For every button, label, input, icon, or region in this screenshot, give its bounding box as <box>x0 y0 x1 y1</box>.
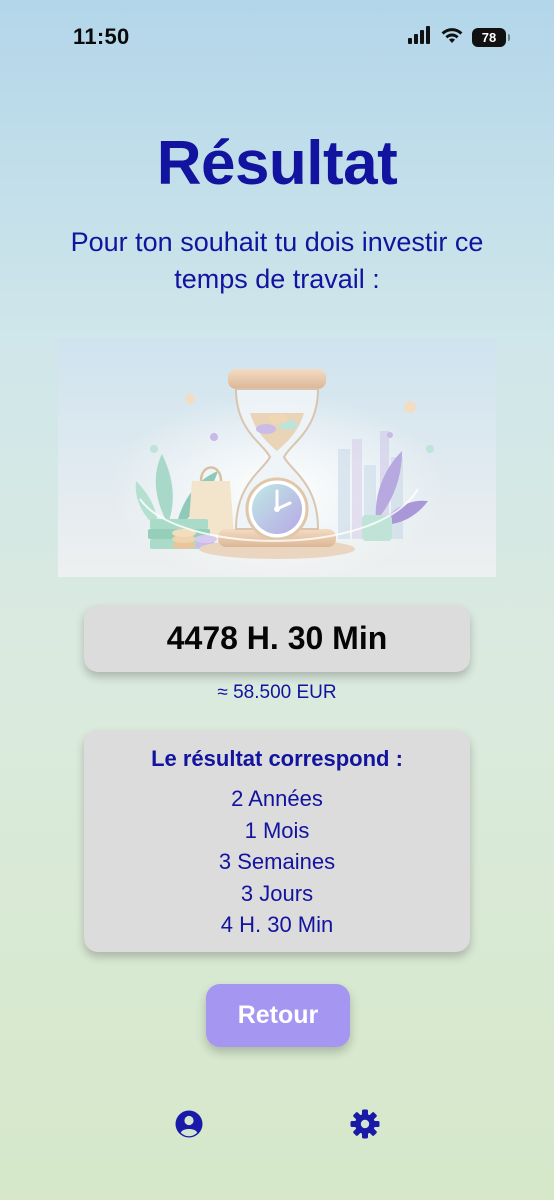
page-subtitle: Pour ton souhait tu dois investir ce tem… <box>70 227 484 294</box>
result-amount: ≈ 58.500 EUR <box>217 682 337 703</box>
breakdown-list: 2 Années 1 Mois 3 Semaines 3 Jours 4 H. … <box>84 783 470 941</box>
breakdown-item-years: 2 Années <box>231 786 323 811</box>
profile-icon <box>174 1109 204 1144</box>
settings-icon <box>349 1108 381 1145</box>
battery-icon: 78 <box>472 27 510 47</box>
status-bar: 11:50 78 <box>0 0 554 74</box>
breakdown-card: Le résultat correspond : 2 Années 1 Mois… <box>84 730 470 952</box>
hourglass-clock-illustration <box>58 339 496 577</box>
nav-settings[interactable] <box>348 1109 382 1143</box>
status-time: 11:50 <box>73 24 130 49</box>
nav-profile[interactable] <box>172 1109 206 1143</box>
page-title: Résultat <box>156 129 398 198</box>
breakdown-item-days: 3 Jours <box>240 880 314 906</box>
wifi-icon <box>440 26 464 49</box>
breakdown-item-weeks: 3 Semaines <box>218 849 336 874</box>
breakdown-item-hours: 4 H. 30 Min <box>220 912 334 937</box>
back-button[interactable]: Retour <box>206 984 350 1047</box>
breakdown-heading: Le résultat correspond : <box>151 746 403 771</box>
status-icons: 78 <box>408 25 510 49</box>
breakdown-item-months: 1 Mois <box>244 817 310 843</box>
result-time-card: 4478 H. 30 Min <box>84 605 470 672</box>
signal-icon <box>408 25 432 49</box>
result-time: 4478 H. 30 Min <box>166 620 388 656</box>
